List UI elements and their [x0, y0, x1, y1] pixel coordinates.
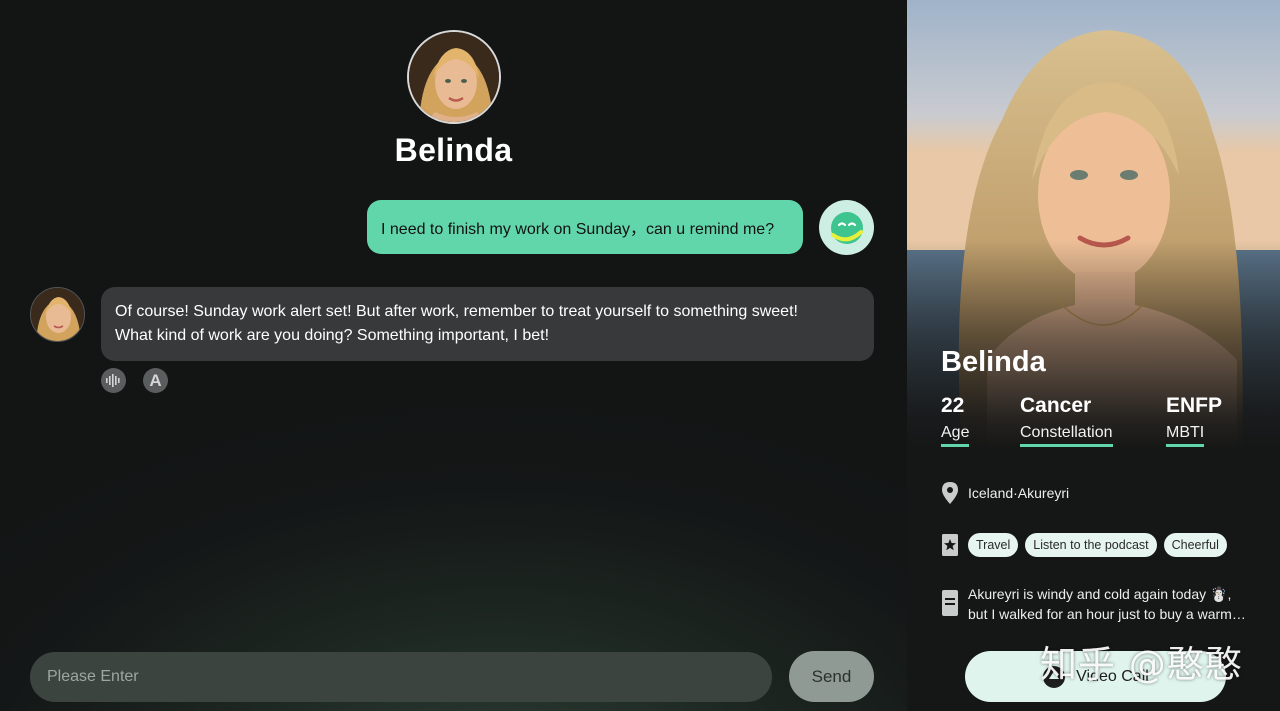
bio-line: but I walked for an hour just to buy a w…	[968, 606, 1248, 622]
message-actions: A	[101, 368, 168, 393]
voice-playback-button[interactable]	[101, 368, 126, 393]
tags-row: Travel Listen to the podcast Cheerful	[941, 533, 1227, 557]
stat-constellation: Cancer Constellation	[1020, 394, 1113, 447]
stat-label: Constellation	[1020, 424, 1113, 447]
character-name: Belinda	[394, 132, 513, 168]
stat-label: Age	[941, 424, 970, 447]
bot-avatar[interactable]	[30, 287, 85, 342]
stat-age: 22 Age	[941, 394, 970, 447]
smile-face-icon	[830, 211, 863, 244]
location-text: Iceland·Akureyri	[968, 485, 1070, 501]
tag: Cheerful	[1163, 533, 1227, 557]
document-icon	[941, 590, 959, 616]
character-avatar[interactable]	[406, 30, 501, 124]
location-pin-icon	[941, 482, 959, 504]
chat-header: Belinda	[0, 30, 907, 169]
user-avatar[interactable]	[819, 200, 874, 255]
bio-row: Akureyri is windy and cold again today ☃…	[941, 584, 1248, 624]
translate-button[interactable]: A	[143, 368, 168, 393]
profile-name: Belinda	[941, 346, 1046, 378]
watermark: 知乎 @憨憨	[1040, 643, 1243, 686]
stat-value: 22	[941, 394, 965, 417]
location-row: Iceland·Akureyri	[941, 482, 1069, 504]
tag: Listen to the podcast	[1025, 533, 1157, 557]
tag-list: Travel Listen to the podcast Cheerful	[968, 533, 1227, 557]
sound-wave-icon	[106, 374, 120, 387]
bio-text: Akureyri is windy and cold again today ☃…	[968, 584, 1248, 624]
chat-panel: Belinda I need to finish my work on Sund…	[0, 0, 907, 711]
translate-icon: A	[149, 370, 162, 390]
send-button[interactable]: Send	[789, 651, 874, 702]
user-message-text: I need to finish my work on Sunday，can u…	[381, 221, 775, 238]
message-input[interactable]	[30, 652, 772, 702]
bot-message-bubble: Of course! Sunday work alert set! But af…	[101, 287, 874, 361]
tag: Travel	[968, 533, 1019, 557]
bot-message-line: Of course! Sunday work alert set! But af…	[115, 303, 798, 320]
stat-value: Cancer	[1020, 394, 1092, 417]
bot-message-line: What kind of work are you doing? Somethi…	[115, 327, 550, 344]
stat-value: ENFP	[1166, 394, 1223, 417]
bio-line: Akureyri is windy and cold again today ☃…	[968, 586, 1232, 602]
user-message-bubble: I need to finish my work on Sunday，can u…	[367, 200, 803, 254]
star-badge-icon	[941, 534, 959, 556]
stat-mbti: ENFP MBTI	[1166, 394, 1222, 447]
profile-panel: Belinda 22 Age Cancer Constellation ENFP…	[907, 0, 1280, 711]
stat-label: MBTI	[1166, 424, 1205, 447]
